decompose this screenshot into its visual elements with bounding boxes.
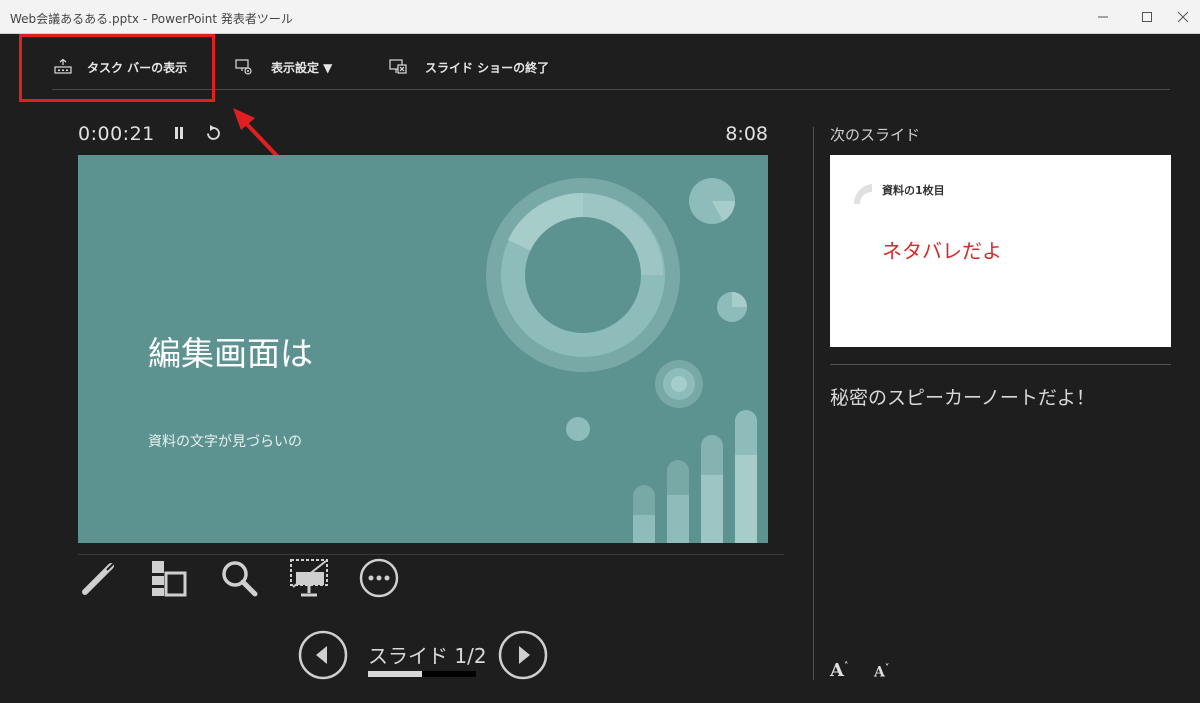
next-slide-label: 次のスライド — [830, 126, 921, 144]
decrease-font-label: A — [874, 664, 885, 681]
more-icon — [359, 558, 399, 598]
slide-counter: スライド 1/2 — [368, 644, 487, 668]
more-options-button[interactable] — [357, 556, 401, 600]
pause-icon — [175, 127, 183, 139]
increase-font-label: A — [830, 660, 844, 681]
speaker-notes[interactable]: 秘密のスピーカーノートだよ！ — [830, 383, 1095, 410]
display-settings-icon — [235, 58, 253, 76]
previous-slide-button[interactable] — [297, 629, 349, 685]
increase-font-button[interactable]: A˄ — [830, 660, 848, 681]
window-title: Web会議あるある.pptx - PowerPoint 発表者ツール — [10, 12, 293, 26]
black-screen-button[interactable] — [287, 556, 331, 600]
next-slide-title: 資料の1枚目 — [882, 184, 945, 197]
display-settings-button[interactable]: 表示設定 ▼ — [235, 50, 332, 84]
reset-icon — [207, 125, 220, 140]
pane-splitter[interactable] — [813, 127, 814, 680]
reset-timer-button[interactable] — [204, 124, 222, 146]
next-slide-button[interactable] — [497, 629, 549, 685]
maximize-icon — [1142, 12, 1152, 22]
decrease-font-button[interactable]: A˅ — [874, 664, 889, 681]
end-show-button[interactable]: スライド ショーの終了 — [389, 50, 549, 84]
title-bar: Web会議あるある.pptx - PowerPoint 発表者ツール — [0, 0, 1200, 34]
previous-icon — [298, 630, 348, 680]
next-slide-body: ネタバレだよ — [882, 239, 1002, 263]
close-icon — [1177, 11, 1189, 23]
next-icon — [498, 630, 548, 680]
slide-underline — [78, 554, 784, 555]
display-settings-label: 表示設定 ▼ — [271, 60, 333, 75]
minimize-icon — [1098, 16, 1108, 18]
slide-subtitle: 資料の文字が見づらいの — [148, 434, 302, 450]
up-caret-icon: ˄ — [843, 662, 849, 672]
zoom-icon — [222, 561, 258, 597]
elapsed-timer: 0:00:21 — [78, 123, 155, 145]
highlight-box — [19, 34, 215, 102]
next-slide-decoration — [853, 184, 876, 206]
close-button[interactable] — [1160, 4, 1200, 30]
slide-title: 編集画面は — [148, 334, 313, 373]
notes-divider — [830, 364, 1171, 365]
minimize-button[interactable] — [1080, 4, 1126, 30]
toolbar-divider — [52, 89, 1170, 90]
see-all-slides-button[interactable] — [146, 556, 190, 600]
end-show-icon — [389, 58, 407, 76]
next-slide-preview[interactable]: 資料の1枚目 ネタバレだよ — [830, 155, 1171, 347]
slide-progress-bar — [368, 671, 476, 677]
clock: 8:08 — [725, 123, 768, 145]
down-caret-icon: ˅ — [884, 664, 890, 674]
slide-progress-fill — [368, 671, 422, 677]
current-slide[interactable]: 編集画面は 資料の文字が見づらいの — [78, 155, 768, 543]
black-screen-icon — [290, 559, 328, 597]
pen-icon — [82, 563, 114, 595]
pause-timer-button[interactable] — [170, 124, 188, 146]
pen-tool-button[interactable] — [77, 556, 121, 600]
end-show-label: スライド ショーの終了 — [425, 60, 550, 75]
zoom-button[interactable] — [217, 556, 261, 600]
all-slides-icon — [152, 561, 187, 597]
